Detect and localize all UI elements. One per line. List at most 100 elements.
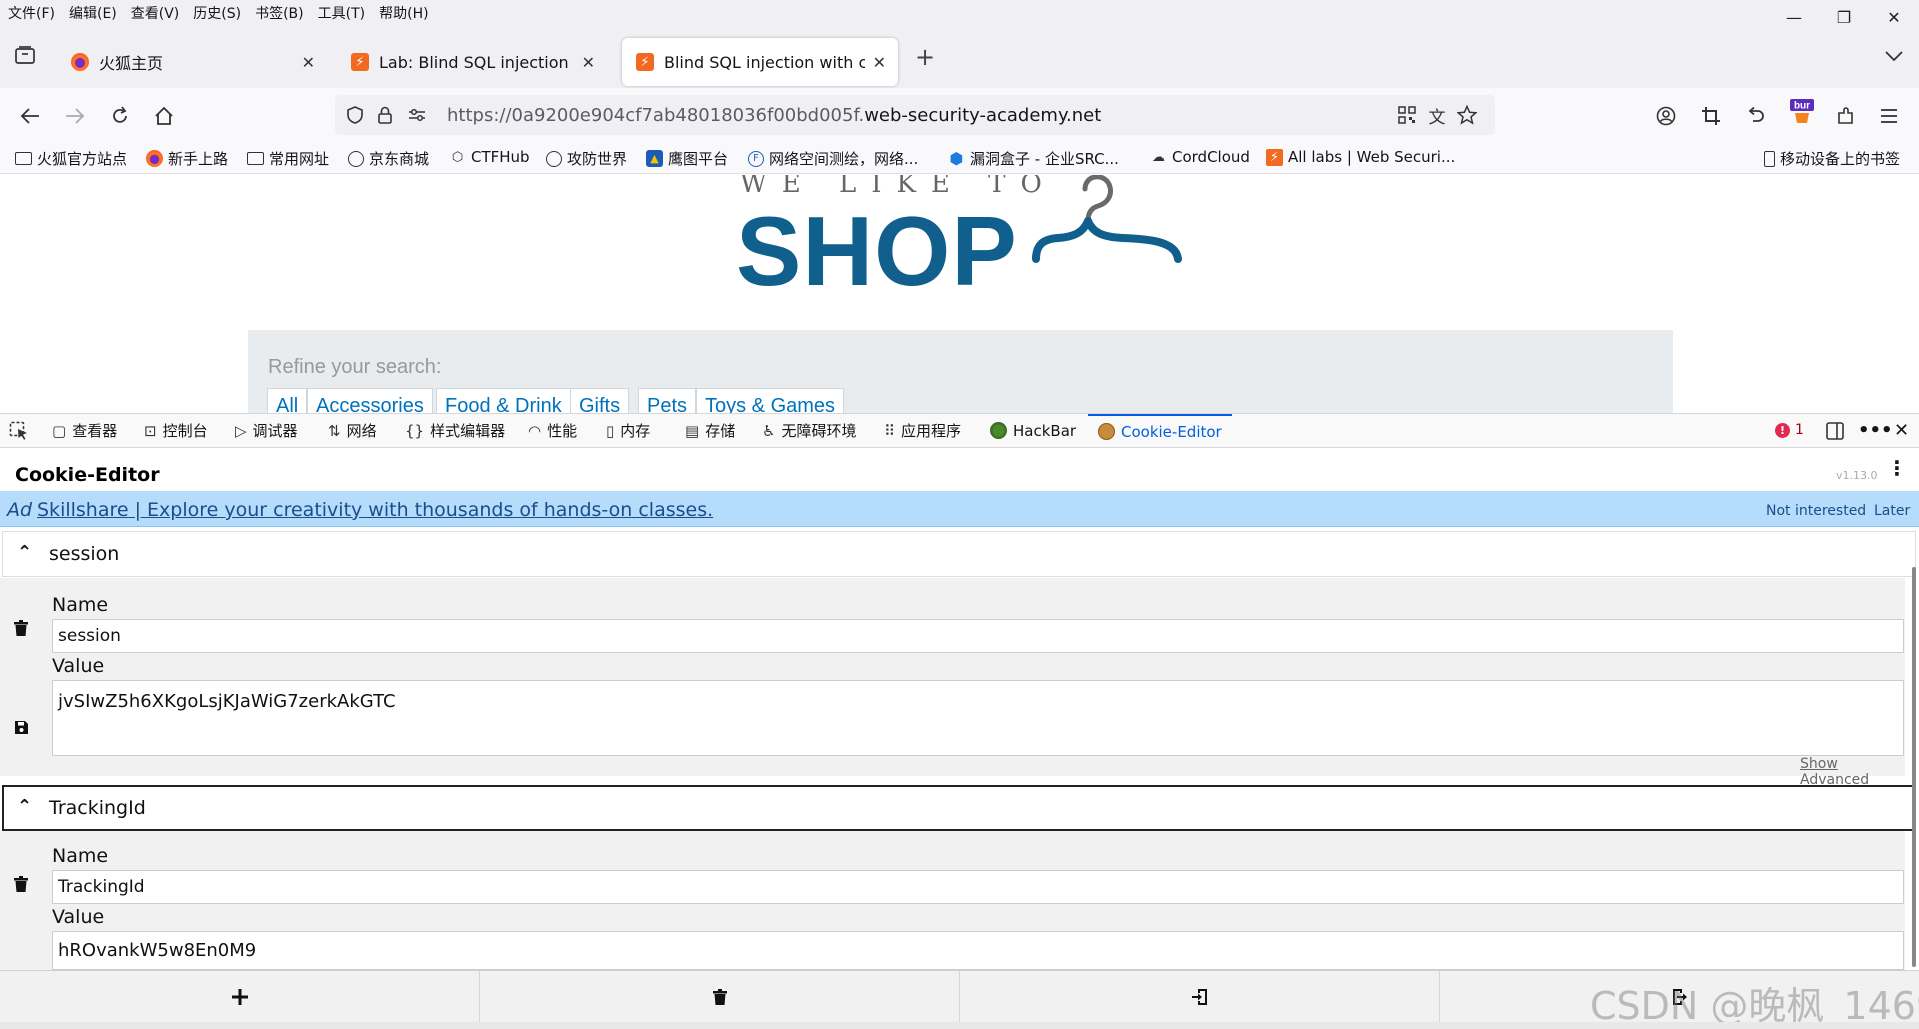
back-button[interactable] xyxy=(15,101,45,131)
burp-extension-icon[interactable]: bur xyxy=(1787,96,1817,126)
cookie-value-input[interactable]: jvSIwZ5h6XKgoLsjKJaWiG7zerkAkGTC xyxy=(52,680,1904,756)
element-picker-icon[interactable] xyxy=(9,414,29,447)
close-tab-icon[interactable]: ✕ xyxy=(873,53,886,72)
hackbar-icon xyxy=(990,422,1007,439)
tab-network[interactable]: ⇅ 网络 xyxy=(328,414,377,447)
delete-cookie-icon[interactable] xyxy=(14,876,28,896)
filter-food-drink[interactable]: Food & Drink xyxy=(436,388,571,413)
bookmark-item[interactable]: All labs | Web Securi... xyxy=(1266,148,1455,166)
web-page-viewport: WE LIKE TO SHOP Refine your search: All … xyxy=(0,175,1919,413)
tab-cookie-editor[interactable]: Cookie-Editor xyxy=(1088,414,1232,447)
filter-toys-games[interactable]: Toys & Games xyxy=(696,388,845,413)
dock-side-icon[interactable] xyxy=(1826,414,1844,447)
list-all-tabs-icon[interactable] xyxy=(1880,42,1908,70)
extensions-icon[interactable] xyxy=(1831,101,1861,131)
translate-icon[interactable]: 文 xyxy=(1425,103,1449,128)
devtools-tab-label: 样式编辑器 xyxy=(430,422,506,440)
url-text[interactable]: https://0a9200e904cf7ab48018036f00bd005f… xyxy=(447,105,1101,126)
tab-inspector[interactable]: ▢ 查看器 xyxy=(52,414,117,447)
tab-application[interactable]: ⠿ 应用程序 xyxy=(884,414,961,447)
address-bar[interactable]: https://0a9200e904cf7ab48018036f00bd005f… xyxy=(335,95,1495,135)
tab-debugger[interactable]: ▷ 调试器 xyxy=(235,414,298,447)
bookmark-item[interactable]: F 网络空间测绘，网络... xyxy=(748,148,918,169)
bookmark-item[interactable]: 常用网址 xyxy=(247,148,329,169)
ad-link[interactable]: Skillshare | Explore your creativity wit… xyxy=(37,499,713,521)
bookmark-item[interactable]: 京东商城 xyxy=(348,148,429,169)
filter-accessories[interactable]: Accessories xyxy=(307,388,433,413)
close-tab-icon[interactable]: ✕ xyxy=(302,53,315,72)
lock-icon[interactable] xyxy=(373,103,397,127)
mobile-bookmarks[interactable]: 移动设备上的书签 xyxy=(1764,148,1900,169)
cookie-value-input[interactable]: hROvankW5w8En0M9 xyxy=(52,931,1904,970)
tab-memory[interactable]: ▯ 内存 xyxy=(606,414,650,447)
tab-console[interactable]: ⊡ 控制台 xyxy=(144,414,208,447)
permissions-icon[interactable] xyxy=(405,103,429,127)
screenshot-crop-icon[interactable] xyxy=(1696,101,1726,131)
account-icon[interactable] xyxy=(1651,101,1681,131)
menu-help[interactable]: 帮助(H) xyxy=(371,3,434,23)
cookie-name-input[interactable]: session xyxy=(52,619,1904,653)
home-button[interactable] xyxy=(149,101,179,131)
tracking-protection-shield-icon[interactable] xyxy=(343,103,367,127)
bookmark-label: 漏洞盒子 - 企业SRC... xyxy=(970,150,1119,168)
app-menu-icon[interactable] xyxy=(1874,101,1904,131)
qr-code-icon[interactable] xyxy=(1395,103,1419,127)
bookmark-item[interactable]: ⬡ CTFHub xyxy=(449,148,530,166)
firefox-view-icon[interactable] xyxy=(12,42,38,68)
tab-firefox-home[interactable]: 火狐主页 ✕ xyxy=(57,38,327,86)
tab-performance[interactable]: ◠ 性能 xyxy=(528,414,577,447)
kebab-menu-icon[interactable]: ⋮ xyxy=(1887,458,1907,478)
save-cookie-icon[interactable] xyxy=(14,720,29,739)
delete-all-cookies-button[interactable] xyxy=(480,971,960,1023)
cookie-name-input[interactable]: TrackingId xyxy=(52,870,1904,904)
filter-gifts[interactable]: Gifts xyxy=(570,388,630,413)
filter-all[interactable]: All xyxy=(267,388,308,413)
bookmark-label: All labs | Web Securi... xyxy=(1288,148,1456,166)
chevron-up-icon[interactable]: ⌃ xyxy=(17,796,32,817)
menu-view[interactable]: 查看(V) xyxy=(123,3,186,23)
bookmark-item[interactable]: 攻防世界 xyxy=(546,148,627,169)
add-cookie-button[interactable] xyxy=(0,971,480,1023)
menu-tools[interactable]: 工具(T) xyxy=(310,3,371,23)
bookmark-item[interactable]: ▲ 鹰图平台 xyxy=(646,148,728,169)
tab-style-editor[interactable]: {} 样式编辑器 xyxy=(405,414,505,447)
ad-later-button[interactable]: Later xyxy=(1874,503,1910,519)
cookie-header-session[interactable]: ⌃ session xyxy=(2,531,1916,577)
close-tab-icon[interactable]: ✕ xyxy=(582,53,595,72)
new-tab-button[interactable]: + xyxy=(910,42,940,72)
tab-accessibility[interactable]: ♿ 无障碍环境 xyxy=(762,414,856,447)
tab-storage[interactable]: ▤ 存储 xyxy=(685,414,735,447)
error-count-badge[interactable]: ! 1 xyxy=(1775,422,1804,438)
bookmark-item[interactable]: ⬢ 漏洞盒子 - 企业SRC... xyxy=(948,148,1119,169)
forward-button[interactable] xyxy=(60,101,90,131)
bookmark-label: 攻防世界 xyxy=(567,150,628,168)
menu-edit[interactable]: 编辑(E) xyxy=(61,3,123,23)
filter-pets[interactable]: Pets xyxy=(638,388,697,413)
bookmark-item[interactable]: ☁ CordCloud xyxy=(1150,148,1250,166)
menu-file[interactable]: 文件(F) xyxy=(0,3,61,23)
import-cookies-button[interactable] xyxy=(960,971,1440,1023)
chevron-up-icon[interactable]: ⌃ xyxy=(17,542,32,563)
cookie-details-session: Name session Value jvSIwZ5h6XKgoLsjKJaWi… xyxy=(0,578,1905,788)
menu-history[interactable]: 历史(S) xyxy=(185,3,247,23)
reload-button[interactable] xyxy=(105,101,135,131)
window-bottom-edge xyxy=(0,1022,1919,1029)
show-advanced-link[interactable]: Show Advanced xyxy=(1800,756,1905,788)
cookie-icon xyxy=(1098,423,1115,440)
tab-hackbar[interactable]: HackBar xyxy=(990,414,1076,447)
bookmark-label: 常用网址 xyxy=(269,150,330,168)
menu-bookmarks[interactable]: 书签(B) xyxy=(247,3,310,23)
close-devtools-icon[interactable]: ✕ xyxy=(1894,414,1909,447)
bookmark-item[interactable]: 新手上路 xyxy=(146,148,228,169)
undo-icon[interactable] xyxy=(1740,101,1770,131)
cookie-header-trackingid[interactable]: ⌃ TrackingId xyxy=(2,785,1916,831)
tab-blind-sqli-active[interactable]: Blind SQL injection with conc ✕ xyxy=(622,38,898,86)
delete-cookie-icon[interactable] xyxy=(14,620,28,640)
bookmark-item[interactable]: 火狐官方站点 xyxy=(15,148,127,169)
bookmark-star-icon[interactable] xyxy=(1455,103,1479,127)
tab-lab-blind-sqli[interactable]: Lab: Blind SQL injection with ✕ xyxy=(337,38,607,86)
more-options-icon[interactable]: ••• xyxy=(1858,414,1893,447)
application-icon: ⠿ xyxy=(884,421,895,440)
cookie-list-scrollbar[interactable] xyxy=(1912,567,1916,967)
ad-not-interested-button[interactable]: Not interested xyxy=(1766,503,1866,519)
